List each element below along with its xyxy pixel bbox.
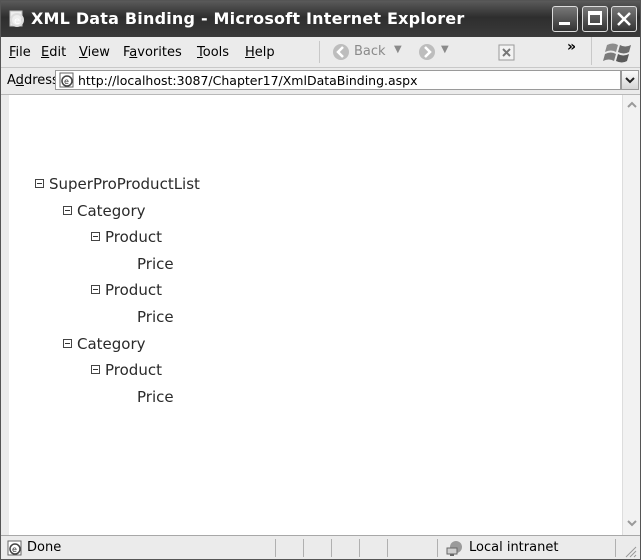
page-content: SuperProProductList Category Product Pri… [9,95,622,535]
address-bar: Address e http://localhost:3087/Chapter1… [1,68,640,95]
menu-help[interactable]: Help [245,45,275,60]
toolbar-overflow-chevron[interactable]: » [567,39,576,61]
page-done-icon: e [7,540,22,556]
local-intranet-icon [446,541,462,556]
collapse-icon[interactable] [63,206,72,215]
content-left-border [1,95,9,535]
forward-dropdown-icon[interactable]: ▼ [441,44,449,55]
status-bar: e Done Local intranet [1,535,640,559]
status-separator [387,539,388,557]
back-label: Back [354,44,386,59]
tree-node-label: Price [137,308,174,326]
collapse-icon[interactable] [91,285,100,294]
maximize-button[interactable] [582,6,608,32]
tree-node-label: SuperProProductList [49,175,200,193]
tree-node-label: Product [105,361,162,379]
status-separator [359,539,360,557]
title-bar[interactable]: e XML Data Binding - Microsoft Internet … [1,1,640,37]
svg-text:e: e [64,77,69,86]
address-label: Address [7,73,59,88]
collapse-icon[interactable] [63,339,72,348]
security-zone-label: Local intranet [469,540,559,555]
svg-text:e: e [14,16,20,27]
back-dropdown-icon[interactable]: ▼ [394,44,402,55]
collapse-icon[interactable] [91,232,100,241]
resize-grip-icon[interactable] [623,544,637,558]
scroll-down-icon[interactable] [624,515,640,531]
address-input[interactable]: e http://localhost:3087/Chapter17/XmlDat… [55,70,621,90]
status-separator [437,539,438,557]
menu-bar: File Edit View Favorites Tools Help Back… [1,37,640,68]
status-text: Done [27,540,62,555]
toolbar-separator-2 [591,37,592,65]
minimize-button[interactable] [552,6,578,32]
svg-text:e: e [12,545,17,554]
menu-favorites[interactable]: Favorites [123,45,182,60]
ie-page-icon: e [9,10,24,27]
vertical-scrollbar[interactable] [622,95,640,535]
collapse-icon[interactable] [35,179,44,188]
menu-view[interactable]: View [79,45,110,60]
tree-node-label: Product [105,281,162,299]
window-title: XML Data Binding - Microsoft Internet Ex… [31,9,465,28]
forward-arrow-icon [419,44,435,60]
address-url: http://localhost:3087/Chapter17/XmlDataB… [78,73,418,88]
close-icon [617,12,631,26]
minimize-icon [559,22,570,25]
status-separator [303,539,304,557]
tree-node-label: Product [105,228,162,246]
menu-tools[interactable]: Tools [197,45,229,60]
close-button[interactable] [611,6,637,32]
collapse-icon[interactable] [91,365,100,374]
status-separator [275,539,276,557]
status-separator [331,539,332,557]
status-separator [615,539,616,557]
menu-edit[interactable]: Edit [41,45,66,60]
stop-icon [498,44,515,61]
scroll-up-icon[interactable] [624,97,640,113]
page-icon: e [59,72,74,88]
tree-node-label: Category [77,335,146,353]
toolbar-separator [319,41,320,63]
browser-window: e XML Data Binding - Microsoft Internet … [0,0,641,560]
back-arrow-icon [333,44,349,60]
tree-node-label: Price [137,255,174,273]
maximize-icon [588,11,602,25]
chevron-down-icon [625,77,635,84]
tree-node-label: Category [77,202,146,220]
address-dropdown-button[interactable] [621,70,639,90]
windows-logo-icon [603,43,631,63]
tree-node-label: Price [137,388,174,406]
menu-file[interactable]: File [9,45,31,60]
